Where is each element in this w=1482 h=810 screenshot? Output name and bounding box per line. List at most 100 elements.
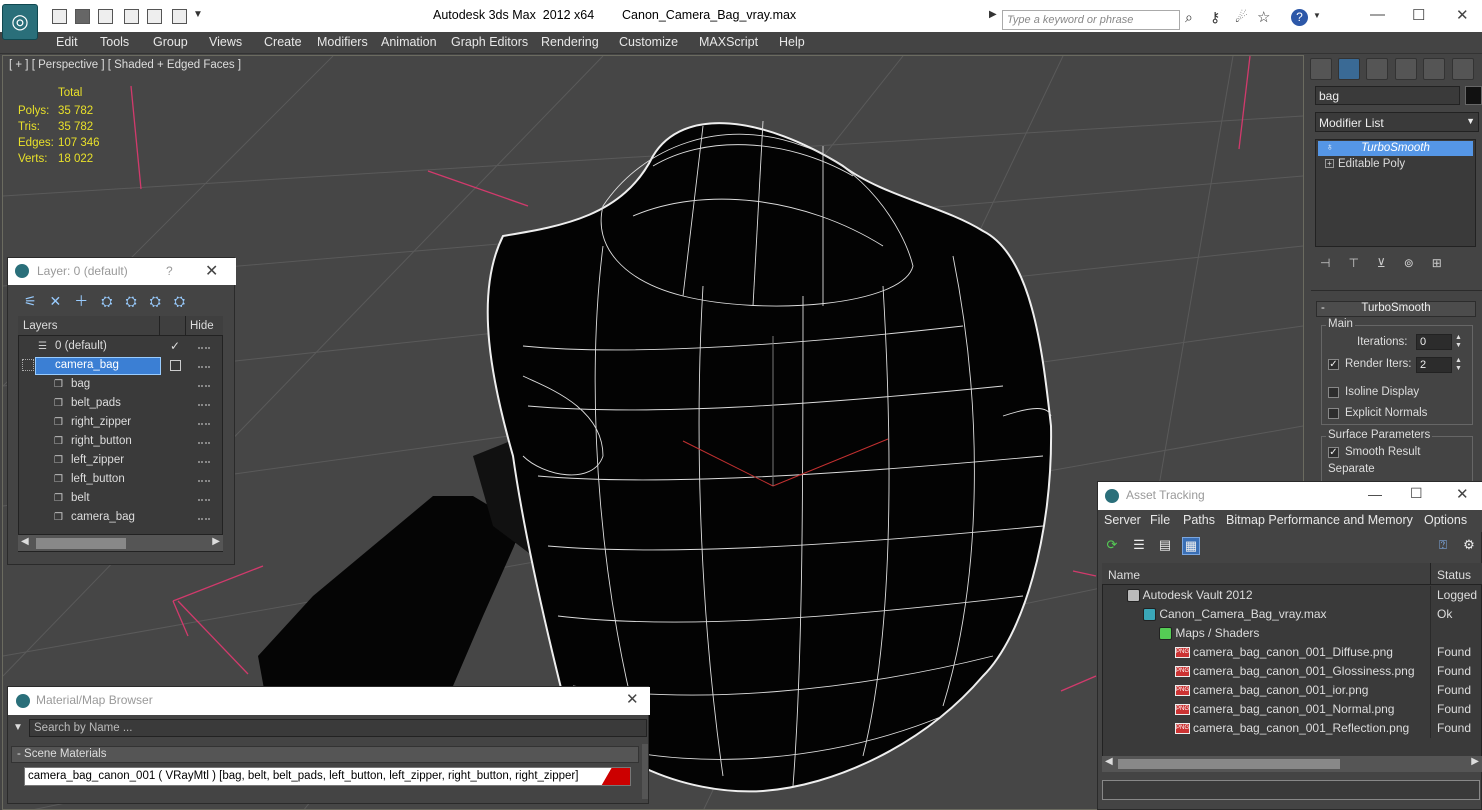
asset-title-bar[interactable]: Asset Tracking — ☐ ✕ — [1098, 482, 1482, 510]
current-layer-check-icon[interactable]: ✓ — [170, 339, 180, 353]
hide-toggle[interactable] — [198, 480, 210, 482]
open-file-icon[interactable] — [75, 9, 90, 24]
asset-menu-paths[interactable]: Paths — [1183, 513, 1215, 527]
col-hide[interactable]: Hide — [190, 320, 214, 332]
layer-row[interactable]: ❒ right_button — [20, 433, 224, 452]
utilities-tab-icon[interactable] — [1452, 58, 1474, 80]
list-view-icon[interactable]: ☰ — [1130, 537, 1148, 555]
asset-row[interactable]: PNG camera_bag_canon_001_Reflection.png Fo… — [1103, 719, 1481, 738]
isoline-checkbox[interactable] — [1328, 387, 1339, 398]
hide-toggle[interactable] — [198, 461, 210, 463]
menu-edit[interactable]: Edit — [56, 35, 78, 49]
maximize-icon[interactable]: ☐ — [1410, 485, 1423, 502]
help-query-icon[interactable]: ⍰ — [1434, 537, 1452, 555]
table-view-icon[interactable]: ▦ — [1182, 537, 1200, 555]
expand-search-icon[interactable]: ▶ — [989, 9, 997, 20]
layer-row[interactable]: ❒ belt_pads — [20, 395, 224, 414]
refresh-icon[interactable]: ⟳ — [1103, 537, 1121, 555]
close-icon[interactable]: ✕ — [205, 261, 218, 281]
settings-icon[interactable]: ⚙ — [1460, 537, 1478, 555]
hierarchy-tab-icon[interactable] — [1366, 58, 1388, 80]
project-folder-icon[interactable] — [172, 9, 187, 24]
horizontal-scrollbar[interactable]: ◀ ▶ — [1102, 756, 1482, 772]
hide-toggle[interactable] — [198, 499, 210, 501]
menu-group[interactable]: Group — [153, 35, 188, 49]
menu-rendering[interactable]: Rendering — [541, 35, 599, 49]
object-color-swatch[interactable] — [1465, 86, 1482, 105]
help-search-input[interactable]: Type a keyword or phrase — [1002, 10, 1180, 30]
asset-row[interactable]: PNG camera_bag_canon_001_Normal.png Found — [1103, 700, 1481, 719]
lightbulb-icon[interactable]: ♁ — [1326, 142, 1334, 153]
create-tab-icon[interactable] — [1310, 58, 1332, 80]
modifier-list-dropdown[interactable]: Modifier List ▼ — [1315, 112, 1479, 132]
menu-modifiers[interactable]: Modifiers — [317, 35, 368, 49]
stack-item-editable-poly[interactable]: + Editable Poly — [1318, 157, 1473, 172]
col-status[interactable]: Status — [1437, 568, 1471, 582]
quick-access-dropdown-icon[interactable]: ▼ — [193, 9, 203, 20]
stack-toolbar[interactable]: ⊣⊤⊻⊚⊞ — [1320, 256, 1460, 270]
iterations-spinner[interactable]: 0 — [1416, 334, 1452, 350]
collapse-icon[interactable] — [22, 359, 34, 371]
save-file-icon[interactable] — [98, 9, 113, 24]
layer-row[interactable]: ❒ right_zipper — [20, 414, 224, 433]
close-icon[interactable]: ✕ — [626, 690, 639, 708]
minimize-icon[interactable]: — — [1370, 6, 1385, 23]
menu-help[interactable]: Help — [779, 35, 805, 49]
hide-toggle[interactable] — [198, 385, 210, 387]
menu-customize[interactable]: Customize — [619, 35, 678, 49]
layer-row[interactable]: ☰ 0 (default) ✓ — [20, 338, 224, 357]
hide-toggle[interactable] — [198, 442, 210, 444]
close-icon[interactable]: ✕ — [1456, 6, 1469, 24]
smooth-result-checkbox[interactable]: ✓ — [1328, 447, 1339, 458]
asset-row[interactable]: PNG camera_bag_canon_001_Glossiness.png Fo… — [1103, 662, 1481, 681]
hide-toggle[interactable] — [198, 423, 210, 425]
material-title-bar[interactable]: Material/Map Browser ✕ — [8, 687, 650, 715]
binoculars-icon[interactable]: ⌕ — [1185, 9, 1193, 26]
menu-create[interactable]: Create — [264, 35, 302, 49]
undo-icon[interactable] — [124, 9, 139, 24]
asset-row[interactable]: Canon_Camera_Bag_vray.max Ok — [1103, 605, 1481, 624]
set-current-box-icon[interactable] — [170, 360, 181, 371]
minimize-icon[interactable]: — — [1368, 486, 1382, 502]
redo-icon[interactable] — [147, 9, 162, 24]
asset-menu-server[interactable]: Server — [1104, 513, 1141, 527]
layer-toolbar[interactable]: ⚟✕＋⛭⛭⛭⛭ — [24, 291, 198, 311]
stack-item-turbosmooth[interactable]: ♁ TurboSmooth — [1318, 141, 1473, 156]
turbosmooth-rollout-header[interactable]: - TurboSmooth — [1316, 301, 1476, 317]
hide-toggle[interactable] — [198, 518, 210, 520]
hide-toggle[interactable] — [198, 404, 210, 406]
scroll-right-icon[interactable]: ▶ — [212, 536, 220, 547]
asset-row[interactable]: PNG camera_bag_canon_001_ior.png Found — [1103, 681, 1481, 700]
layer-row[interactable]: ❒ left_zipper — [20, 452, 224, 471]
key-icon[interactable]: ⚷ — [1210, 9, 1220, 26]
asset-row[interactable]: Maps / Shaders — [1103, 624, 1481, 643]
menu-graph-editors[interactable]: Graph Editors — [451, 35, 528, 49]
hide-toggle[interactable] — [198, 347, 210, 349]
hide-toggle[interactable] — [198, 366, 210, 368]
layer-row[interactable]: ☰camera_bag — [20, 357, 224, 376]
display-tab-icon[interactable] — [1423, 58, 1445, 80]
expand-plus-icon[interactable]: + — [1325, 159, 1334, 168]
menu-views[interactable]: Views — [209, 35, 242, 49]
layer-row[interactable]: ❒ belt — [20, 490, 224, 509]
vertical-scrollbar[interactable] — [642, 744, 648, 799]
asset-menu-file[interactable]: File — [1150, 513, 1170, 527]
motion-tab-icon[interactable] — [1395, 58, 1417, 80]
new-file-icon[interactable] — [52, 9, 67, 24]
thumbnail-view-icon[interactable]: ▤ — [1156, 537, 1174, 555]
menu-maxscript[interactable]: MAXScript — [699, 35, 758, 49]
asset-row[interactable]: PNG camera_bag_canon_001_Diffuse.png Found — [1103, 643, 1481, 662]
options-dropdown-icon[interactable]: ▼ — [13, 722, 23, 733]
help-icon[interactable]: ? — [166, 264, 173, 278]
menu-animation[interactable]: Animation — [381, 35, 437, 49]
col-layers[interactable]: Layers — [23, 320, 58, 332]
render-iters-checkbox[interactable]: ✓ — [1328, 359, 1339, 370]
horizontal-scrollbar[interactable]: ◀ ▶ — [18, 534, 223, 551]
scroll-thumb[interactable] — [36, 538, 126, 549]
asset-row[interactable]: Autodesk Vault 2012 Logged — [1103, 586, 1481, 605]
spinner-arrows-icon[interactable]: ▲ ▼ — [1455, 357, 1462, 373]
layer-row[interactable]: ❒ left_button — [20, 471, 224, 490]
layer-row[interactable]: ❒ bag — [20, 376, 224, 395]
help-icon[interactable]: ? — [1291, 9, 1308, 26]
layer-panel-title-bar[interactable]: Layer: 0 (default) ? ✕ — [8, 258, 236, 285]
